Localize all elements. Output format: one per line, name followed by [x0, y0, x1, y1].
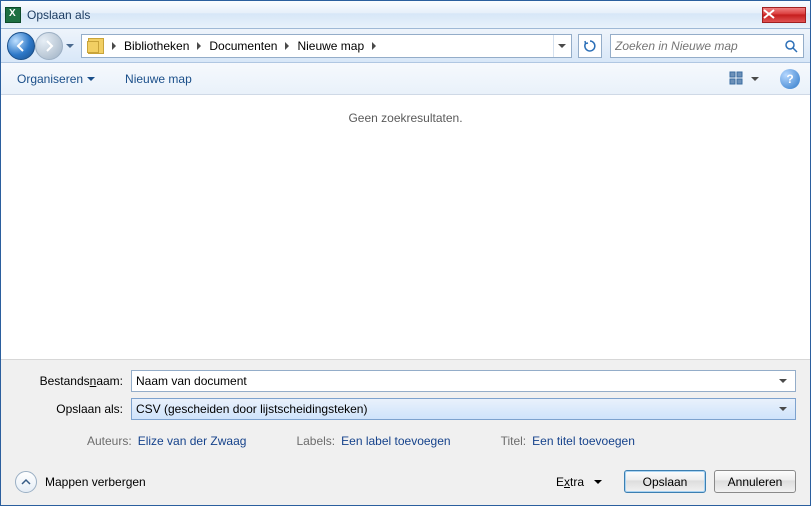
chevron-up-icon: [21, 477, 31, 487]
organize-menu[interactable]: Organiseren: [11, 68, 101, 90]
save-as-dialog: Opslaan als Bibliotheken Documenten Nieu…: [0, 0, 811, 506]
filename-row: Bestandsnaam:: [15, 370, 796, 392]
close-button[interactable]: [762, 7, 806, 23]
title-label: Titel:: [501, 434, 527, 448]
breadcrumb-separator[interactable]: [193, 42, 205, 50]
chevron-down-icon: [779, 405, 787, 413]
filename-dropdown[interactable]: [775, 377, 791, 385]
breadcrumb-nieuwe-map[interactable]: Nieuwe map: [293, 35, 368, 57]
help-button[interactable]: ?: [780, 69, 800, 89]
view-grid-icon: [729, 71, 747, 87]
forward-button[interactable]: [35, 32, 63, 60]
labels-label: Labels:: [296, 434, 335, 448]
authors-meta: Auteurs: Elize van der Zwaag: [87, 434, 246, 448]
hide-folders-label: Mappen verbergen: [45, 475, 146, 489]
breadcrumb-separator[interactable]: [108, 42, 120, 50]
file-list-area: Geen zoekresultaten.: [1, 95, 810, 359]
extra-menu[interactable]: Extra: [556, 475, 602, 489]
chevron-right-icon: [110, 42, 118, 50]
chevron-right-icon: [195, 42, 203, 50]
filename-input[interactable]: [136, 374, 775, 388]
saveas-row: Opslaan als: CSV (gescheiden door lijsts…: [15, 398, 796, 420]
chevron-down-icon: [66, 42, 74, 50]
address-dropdown[interactable]: [553, 35, 569, 57]
new-folder-button[interactable]: Nieuwe map: [119, 68, 198, 90]
folder-icon: [88, 38, 104, 54]
navigation-bar: Bibliotheken Documenten Nieuwe map: [1, 29, 810, 63]
chevron-right-icon: [370, 42, 378, 50]
breadcrumb-documenten[interactable]: Documenten: [205, 35, 281, 57]
empty-results-text: Geen zoekresultaten.: [348, 111, 462, 125]
refresh-icon: [583, 39, 597, 53]
help-icon: ?: [786, 72, 793, 86]
authors-value[interactable]: Elize van der Zwaag: [138, 434, 247, 448]
breadcrumb-bibliotheken[interactable]: Bibliotheken: [120, 35, 193, 57]
excel-icon: [5, 7, 21, 23]
back-button[interactable]: [7, 32, 35, 60]
search-box[interactable]: [610, 34, 804, 58]
filename-label: Bestandsnaam:: [15, 374, 131, 388]
title-value[interactable]: Een titel toevoegen: [532, 434, 635, 448]
filename-field[interactable]: [131, 370, 796, 392]
search-input[interactable]: [615, 39, 783, 53]
organize-label: Organiseren: [17, 72, 83, 86]
extra-label: Extra: [556, 475, 584, 489]
saveas-value: CSV (gescheiden door lijstscheidingsteke…: [136, 402, 775, 416]
breadcrumb-label: Bibliotheken: [124, 39, 189, 53]
view-options-button[interactable]: [726, 68, 762, 90]
chevron-down-icon: [87, 75, 95, 83]
window-title: Opslaan als: [27, 8, 762, 22]
close-icon: [763, 9, 775, 19]
nav-buttons: [7, 32, 77, 60]
address-bar[interactable]: Bibliotheken Documenten Nieuwe map: [81, 34, 572, 58]
saveas-label: Opslaan als:: [15, 402, 131, 416]
arrow-left-icon: [14, 39, 28, 53]
cancel-button-label: Annuleren: [728, 475, 783, 489]
breadcrumb-separator[interactable]: [368, 42, 380, 50]
new-folder-label: Nieuwe map: [125, 72, 192, 86]
chevron-down-icon: [594, 478, 602, 486]
save-button-label: Opslaan: [643, 475, 688, 489]
search-icon[interactable]: [783, 39, 799, 53]
hide-folders-icon-circle: [15, 471, 37, 493]
breadcrumb-separator[interactable]: [281, 42, 293, 50]
chevron-right-icon: [283, 42, 291, 50]
saveas-dropdown[interactable]: [775, 405, 791, 413]
title-meta: Titel: Een titel toevoegen: [501, 434, 635, 448]
breadcrumb-label: Nieuwe map: [297, 39, 364, 53]
cancel-button[interactable]: Annuleren: [714, 470, 796, 493]
metadata-row: Auteurs: Elize van der Zwaag Labels: Een…: [15, 426, 796, 448]
chevron-down-icon: [779, 377, 787, 385]
dialog-footer: Mappen verbergen Extra Opslaan Annuleren: [1, 460, 810, 505]
labels-meta: Labels: Een label toevoegen: [296, 434, 450, 448]
breadcrumb-label: Documenten: [209, 39, 277, 53]
chevron-down-icon: [558, 42, 566, 50]
save-button[interactable]: Opslaan: [624, 470, 706, 493]
labels-value[interactable]: Een label toevoegen: [341, 434, 450, 448]
saveas-field[interactable]: CSV (gescheiden door lijstscheidingsteke…: [131, 398, 796, 420]
save-fields-panel: Bestandsnaam: Opslaan als: CSV (gescheid…: [1, 359, 810, 460]
recent-locations-dropdown[interactable]: [63, 32, 77, 60]
toolbar: Organiseren Nieuwe map ?: [1, 63, 810, 95]
chevron-down-icon: [751, 75, 759, 83]
authors-label: Auteurs:: [87, 434, 132, 448]
hide-folders-toggle[interactable]: Mappen verbergen: [15, 471, 146, 493]
titlebar: Opslaan als: [1, 1, 810, 29]
refresh-button[interactable]: [578, 34, 602, 58]
arrow-right-icon: [42, 39, 56, 53]
